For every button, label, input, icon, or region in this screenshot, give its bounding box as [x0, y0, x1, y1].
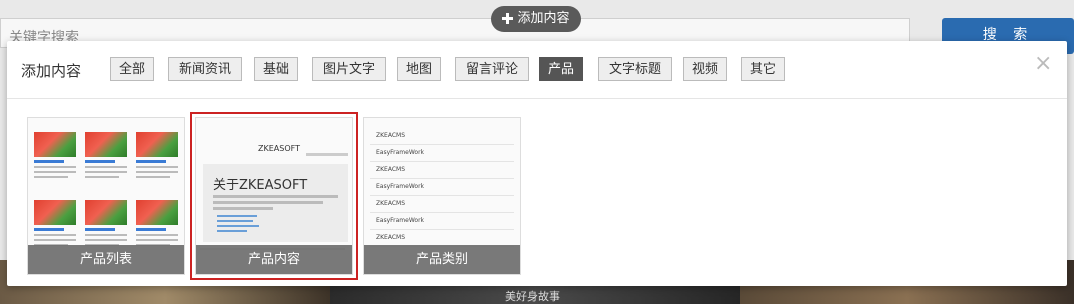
- preview-grid-item: [85, 132, 127, 178]
- preview-category-item: EasyFrameWork: [370, 213, 514, 230]
- widget-label-product-category: 产品类别: [364, 245, 520, 274]
- preview-category-item: ZKEACMS: [370, 128, 514, 145]
- preview-panel: 关于ZKEASOFT: [203, 164, 348, 242]
- add-content-button[interactable]: 添加内容: [491, 6, 581, 32]
- background-caption: 美好身故事: [505, 290, 560, 303]
- tab-basic[interactable]: 基础: [254, 57, 298, 81]
- dialog-title: 添加内容: [21, 62, 82, 80]
- preview-heading: 关于ZKEASOFT: [213, 178, 308, 193]
- tab-other[interactable]: 其它: [741, 57, 785, 81]
- preview-grid-item: [85, 200, 127, 246]
- preview-brand: ZKEASOFT: [258, 144, 300, 153]
- tab-comments[interactable]: 留言评论: [455, 57, 529, 81]
- tab-text-title[interactable]: 文字标题: [598, 57, 672, 81]
- widget-label-product-content: 产品内容: [196, 245, 352, 274]
- plus-icon: [502, 13, 514, 24]
- preview-category-item: EasyFrameWork: [370, 179, 514, 196]
- widget-label-product-list: 产品列表: [28, 245, 184, 274]
- preview-category-list: ZKEACMS EasyFrameWork ZKEACMS EasyFrameW…: [370, 128, 514, 247]
- close-icon[interactable]: ×: [1034, 53, 1052, 75]
- tab-all[interactable]: 全部: [110, 57, 154, 81]
- preview-category-item: ZKEACMS: [370, 196, 514, 213]
- tab-product[interactable]: 产品: [539, 57, 583, 81]
- dialog-header: 添加内容 全部 新闻资讯 基础 图片文字 地图 留言评论 产品 文字标题 视频 …: [7, 41, 1067, 99]
- preview-grid-item: [136, 200, 178, 246]
- add-content-label: 添加内容: [517, 11, 570, 26]
- tab-news[interactable]: 新闻资讯: [168, 57, 242, 81]
- tab-video[interactable]: 视频: [683, 57, 727, 81]
- add-content-dialog: 添加内容 全部 新闻资讯 基础 图片文字 地图 留言评论 产品 文字标题 视频 …: [7, 41, 1067, 286]
- preview-category-item: EasyFrameWork: [370, 145, 514, 162]
- preview-grid-item: [34, 132, 76, 178]
- tab-map[interactable]: 地图: [397, 57, 441, 81]
- preview-grid-item: [136, 132, 178, 178]
- tab-image-text[interactable]: 图片文字: [312, 57, 386, 81]
- widget-card-product-category[interactable]: ZKEACMS EasyFrameWork ZKEACMS EasyFrameW…: [363, 117, 521, 275]
- widget-card-product-list[interactable]: 产品列表: [27, 117, 185, 275]
- preview-meta-line: [306, 153, 348, 156]
- preview-grid-item: [34, 200, 76, 246]
- widget-card-product-content[interactable]: ZKEASOFT 关于ZKEASOFT 产品内容: [190, 112, 358, 280]
- preview-category-item: ZKEACMS: [370, 162, 514, 179]
